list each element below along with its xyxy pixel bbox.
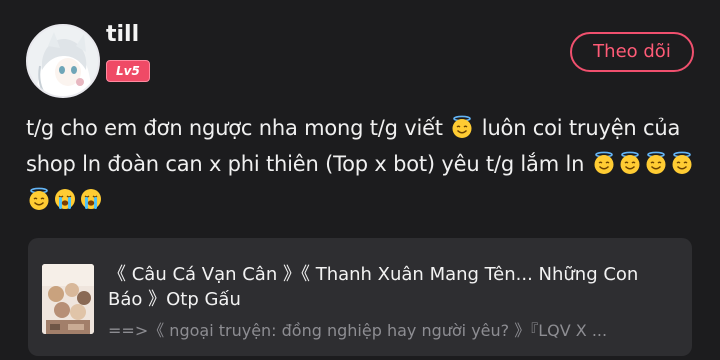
comment-header: till Lv5 Theo dõi (26, 18, 694, 98)
book-cover-image (42, 264, 94, 334)
anime-avatar-icon (28, 26, 98, 96)
follow-button[interactable]: Theo dõi (570, 32, 694, 72)
smiling-face-with-halo-icon (644, 151, 668, 175)
book-card[interactable]: 《 Câu Cá Vạn Cân 》《 Thanh Xuân Mang Tên.… (28, 238, 692, 356)
smiling-face-with-halo-icon (27, 187, 51, 211)
book-title[interactable]: 《 Câu Cá Vạn Cân 》《 Thanh Xuân Mang Tên.… (108, 262, 674, 312)
smiling-face-with-halo-icon (670, 151, 694, 175)
comment-text-segment: t/g cho em đơn ngược nha mong t/g viết (26, 116, 450, 140)
smiling-face-with-halo-icon (450, 115, 474, 139)
username[interactable]: till (106, 22, 139, 47)
smiling-face-with-halo-icon (592, 151, 616, 175)
user-avatar[interactable] (26, 24, 100, 98)
loudly-crying-face-icon (53, 187, 77, 211)
loudly-crying-face-icon (79, 187, 103, 211)
smiling-face-with-halo-icon (618, 151, 642, 175)
level-badge: Lv5 (106, 60, 150, 82)
book-subtitle: ==>《 ngoại truyện: đồng nghiệp hay người… (108, 321, 608, 340)
comment-text: t/g cho em đơn ngược nha mong t/g viết l… (26, 110, 696, 218)
